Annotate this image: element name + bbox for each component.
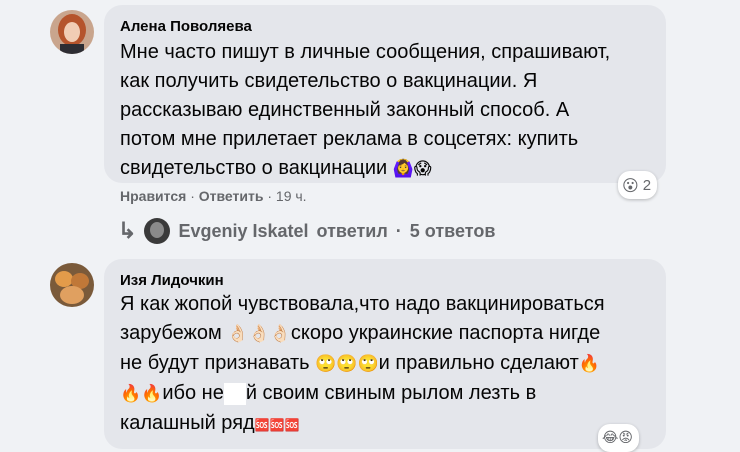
comment1-actions: Нравится · Ответить · 19 ч. xyxy=(120,188,307,204)
reply-arrow-icon: ↳ xyxy=(118,218,137,243)
avatar-evgeniy xyxy=(144,218,171,244)
comment2-line: Я как жопой чувствовала,что надо вакцини… xyxy=(120,293,605,315)
reply-author: Evgeniy Iskatel xyxy=(178,220,309,241)
timestamp[interactable]: 19 ч. xyxy=(276,188,307,204)
reaction-summary-2[interactable]: 😂😡 xyxy=(598,424,639,452)
wow-emoji-icon: 😮 xyxy=(622,175,639,195)
comment2-line: не будут признавать 🙄🙄🙄и правильно сдела… xyxy=(120,349,660,379)
ok-hand-emoji-icon: 👌🏻👌🏻👌🏻 xyxy=(227,324,291,344)
redaction-box xyxy=(223,382,246,405)
comment1-line: свидетельство о вакцинации 🙆‍♀️😱 xyxy=(120,154,660,184)
reply-link[interactable]: Ответить xyxy=(199,188,264,204)
text-fragment: калашный ряд xyxy=(120,412,255,434)
fire-emoji-icon: 🔥🔥 xyxy=(120,384,163,404)
comment-author-1[interactable]: Алена Поволяева xyxy=(120,18,252,35)
sos-emoji-icon: 🆘🆘🆘 xyxy=(254,418,300,432)
avatar-izya[interactable] xyxy=(50,263,94,307)
reaction-count: 2 xyxy=(642,176,652,194)
text-fragment: скоро украинские паспорта нигде xyxy=(290,322,601,344)
text-fragment: не будут признавать xyxy=(120,352,310,374)
comment2-line: зарубежом 👌🏻👌🏻👌🏻скоро украинские паспорт… xyxy=(120,319,660,349)
text-fragment: и правильно сделают xyxy=(378,352,579,374)
comment1-line: Мне часто пишут в личные сообщения, спра… xyxy=(120,41,611,63)
avatar-alena[interactable] xyxy=(50,10,94,54)
reply-count: 5 ответов xyxy=(409,220,496,241)
text-fragment: зарубежом xyxy=(120,322,222,344)
gesture-emoji-icon: 🙆‍♀️😱 xyxy=(392,159,432,179)
reply-action: ответил xyxy=(316,220,388,241)
text-fragment: й своим свиным рылом лезть в xyxy=(245,382,537,404)
comment1-line: рассказываю единственный законный способ… xyxy=(120,99,570,121)
comment-text-1: Мне часто пишут в личные сообщения, спра… xyxy=(120,38,660,184)
comment1-line: потом мне прилетает реклама в соцсетях: … xyxy=(120,128,579,150)
reaction-summary[interactable]: 😮 2 xyxy=(618,171,658,199)
view-replies[interactable]: ↳ Evgeniy Iskatel ответил · 5 ответов xyxy=(118,218,495,244)
laugh-angry-emoji-icon: 😂😡 xyxy=(602,430,633,446)
comment-author-2[interactable]: Изя Лидочкин xyxy=(120,272,224,289)
like-link[interactable]: Нравится xyxy=(120,188,186,204)
comment1-line: как получить свидетельство о вакцинации.… xyxy=(120,70,538,92)
comment1-line-text: свидетельство о вакцинации xyxy=(120,157,388,179)
separator: · xyxy=(267,188,273,204)
separator: · xyxy=(395,220,402,241)
separator: · xyxy=(190,188,195,204)
eye-roll-emoji-icon: 🙄🙄🙄 xyxy=(315,354,379,374)
comment2-line: 🔥🔥ибо не й своим свиным рылом лезть в xyxy=(120,379,660,409)
comment-text-2: Я как жопой чувствовала,что надо вакцини… xyxy=(120,290,660,440)
fire-emoji-icon: 🔥 xyxy=(578,354,600,374)
text-fragment: ибо не xyxy=(162,382,224,404)
comment2-line: калашный ряд🆘🆘🆘 xyxy=(120,409,660,440)
